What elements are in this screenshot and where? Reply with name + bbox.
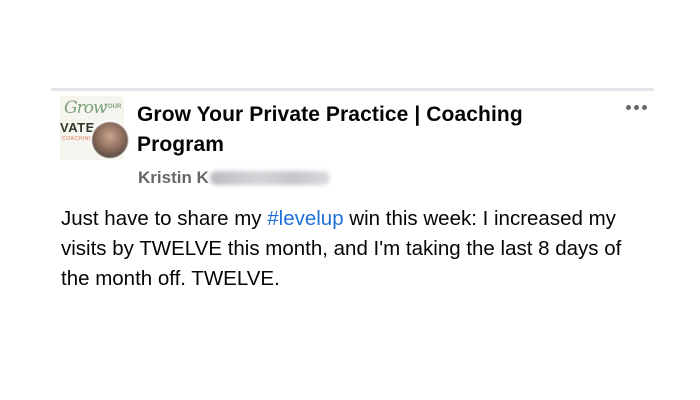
- group-logo-script-text: Grow: [64, 98, 107, 118]
- author-avatar[interactable]: [90, 120, 130, 160]
- group-post: Grow YOUR VATE COACHING Grow Your Privat…: [60, 96, 660, 316]
- group-name-link[interactable]: Grow Your Private Practice | Coaching Pr…: [137, 100, 607, 160]
- author-row: Kristin K: [138, 166, 330, 190]
- post-body-text: Just have to share my #levelup win this …: [61, 204, 651, 294]
- screenshot-frame: Grow YOUR VATE COACHING Grow Your Privat…: [0, 0, 700, 400]
- post-body-text-start: Just have to share my: [61, 207, 268, 230]
- author-name-link[interactable]: Kristin K: [138, 168, 209, 188]
- redacted-surname: [209, 171, 330, 185]
- hashtag-link[interactable]: #levelup: [267, 207, 343, 230]
- ellipsis-horizontal-icon: [625, 104, 647, 110]
- more-options-button[interactable]: [620, 96, 652, 118]
- group-logo-block-text: VATE: [60, 120, 95, 135]
- post-top-divider: [51, 88, 654, 91]
- group-logo-sub-text: COACHING: [62, 136, 93, 142]
- group-logo-small-text: YOUR: [104, 104, 122, 110]
